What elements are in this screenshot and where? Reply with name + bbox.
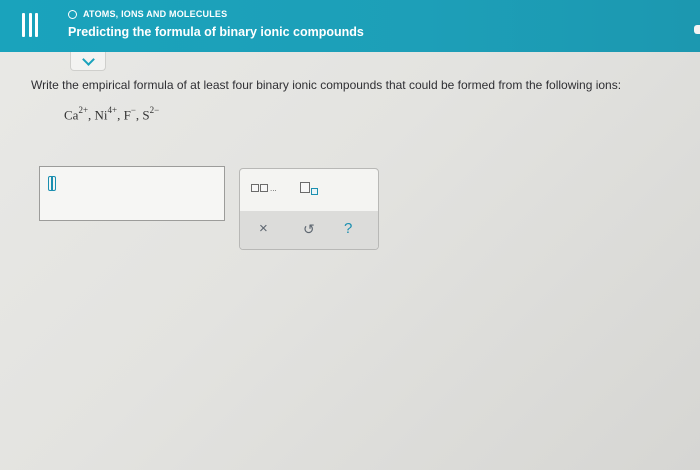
ellipsis-label: ... (270, 184, 277, 193)
subscript-base-icon (300, 182, 310, 193)
lesson-title: Predicting the formula of binary ionic c… (68, 25, 364, 39)
question-prompt: Write the empirical formula of at least … (31, 78, 622, 92)
side-tab[interactable] (694, 25, 700, 34)
subscript-button[interactable] (300, 182, 320, 196)
palette-template-row: ... (240, 169, 378, 209)
clear-button[interactable]: × (259, 220, 268, 238)
ion-charge: 4+ (107, 105, 118, 115)
palette-action-row: × ↺ ? (240, 211, 378, 249)
collapse-button[interactable] (70, 52, 106, 71)
page: ATOMS, IONS AND MOLECULES Predicting the… (0, 0, 700, 470)
help-button[interactable]: ? (344, 220, 352, 238)
answer-input[interactable] (39, 166, 225, 221)
undo-button[interactable]: ↺ (303, 220, 315, 238)
top-bar: ATOMS, IONS AND MOLECULES Predicting the… (0, 0, 700, 52)
ion-symbol: Ni (94, 107, 108, 123)
ion-charge: 2+ (78, 105, 89, 115)
ion-symbol: S (142, 107, 150, 123)
topic-label: ATOMS, IONS AND MOLECULES (83, 9, 228, 19)
ion-symbol: F (123, 107, 131, 123)
chevron-down-icon (81, 52, 95, 66)
ion-charge: 2− (149, 105, 160, 115)
ion-charge: − (130, 105, 136, 115)
math-palette: ... × ↺ ? (239, 168, 379, 250)
multiple-boxes-button[interactable]: ... (251, 184, 277, 193)
ion-symbol: Ca (64, 107, 79, 123)
ion-list: Ca2+, Ni4+, F−, S2− (64, 105, 160, 123)
box-icon (251, 184, 259, 192)
topic-line: ATOMS, IONS AND MOLECULES (68, 9, 227, 19)
text-cursor-icon (48, 176, 56, 191)
circle-icon (68, 9, 77, 19)
subscript-icon (311, 188, 318, 195)
menu-icon[interactable] (22, 13, 38, 37)
box-icon (260, 184, 268, 192)
